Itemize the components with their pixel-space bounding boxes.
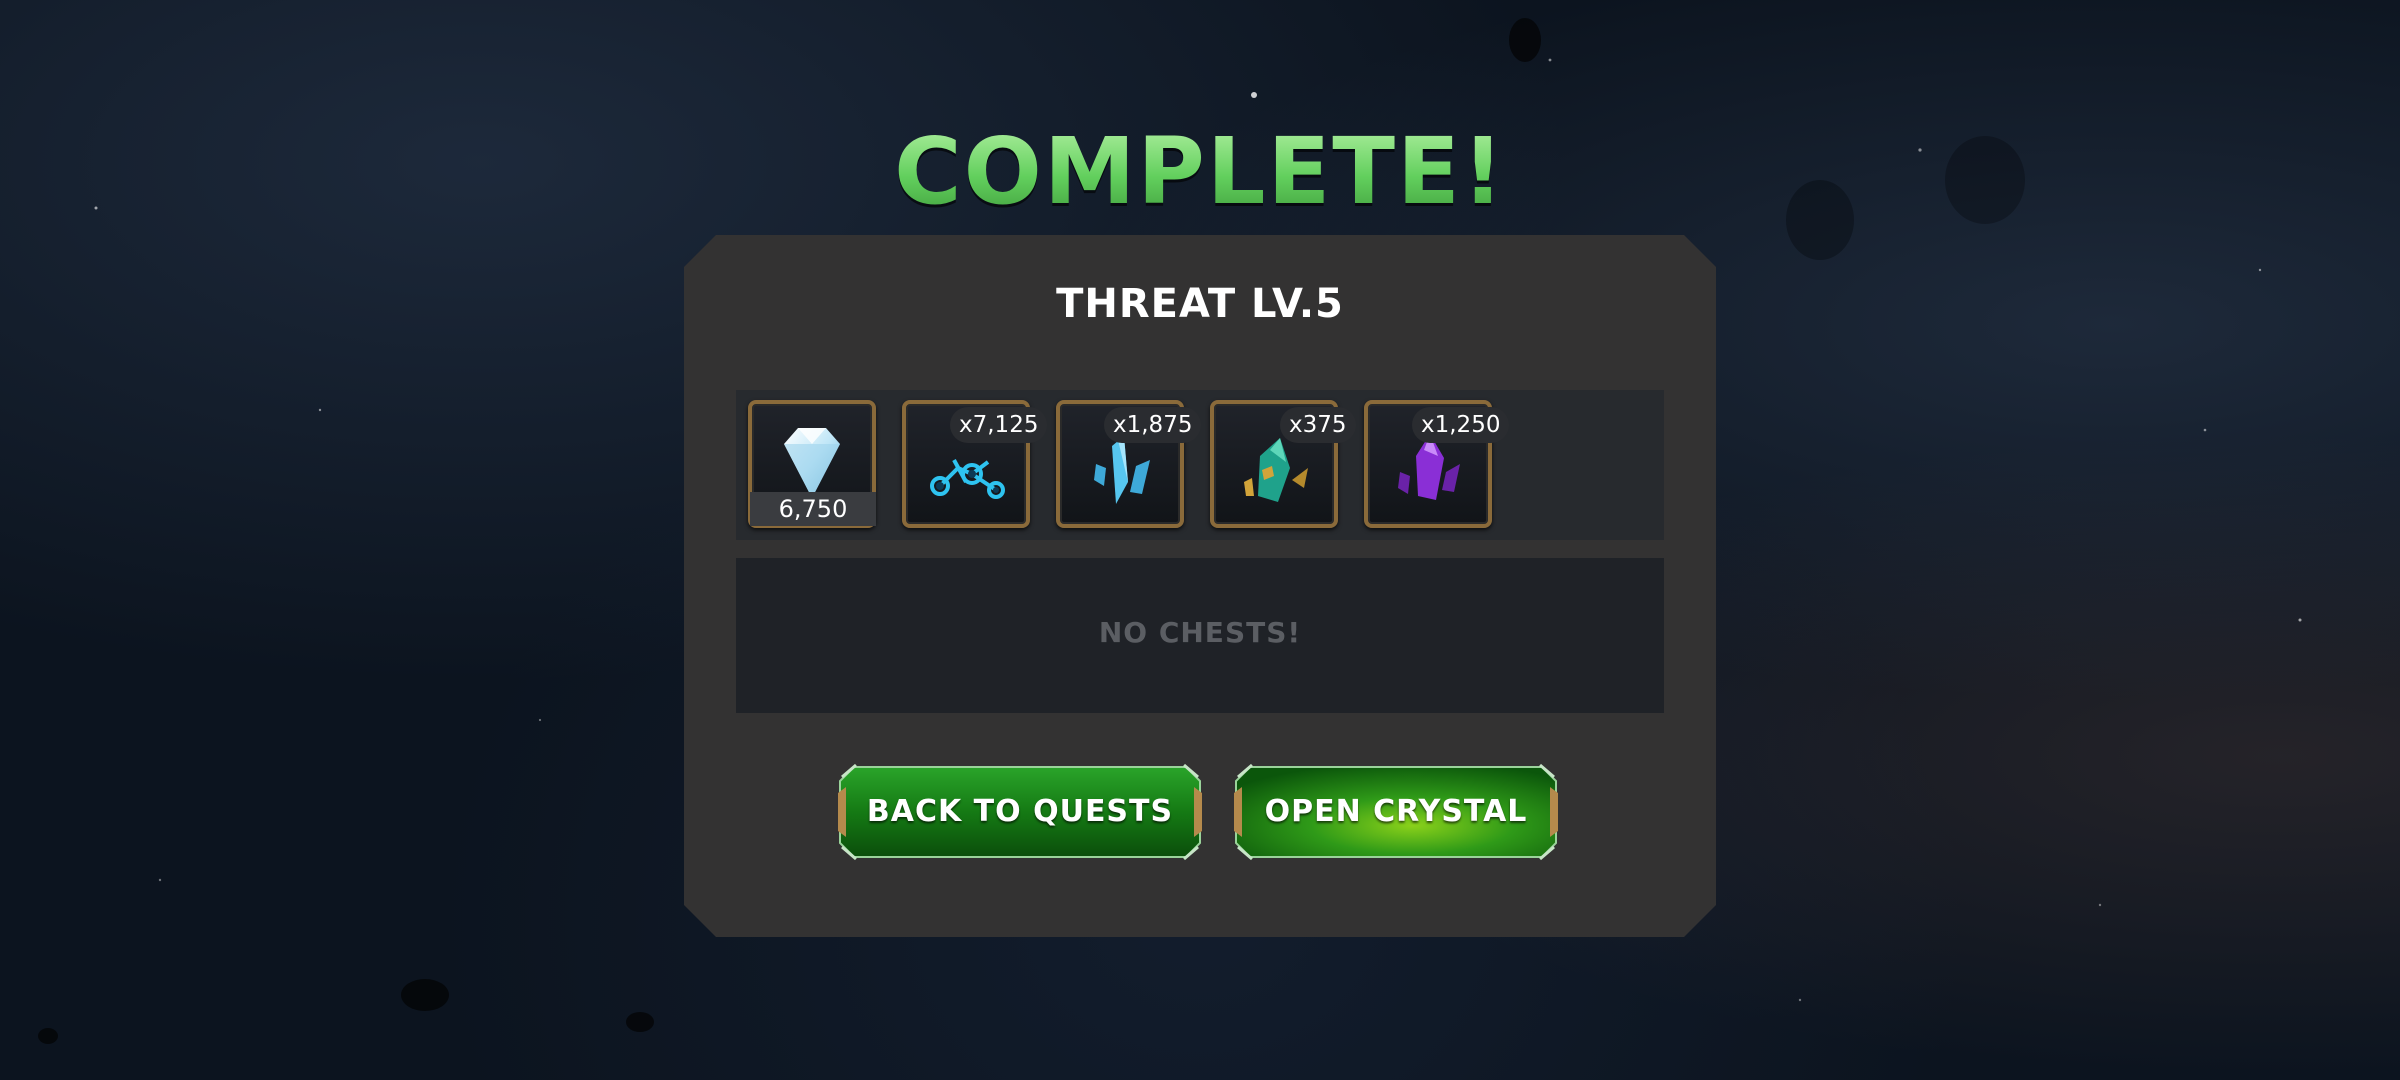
reward-quantity: x375: [1280, 407, 1356, 443]
reward-total: 6,750: [750, 492, 876, 526]
chests-area: NO CHESTS!: [736, 558, 1664, 713]
reward-slot[interactable]: x1,250: [1364, 400, 1510, 528]
reward-slot[interactable]: x1,875: [1056, 400, 1202, 528]
reward-slot[interactable]: x375: [1210, 400, 1356, 528]
open-crystal-label: OPEN CRYSTAL: [1264, 794, 1528, 829]
open-crystal-button[interactable]: OPEN CRYSTAL: [1232, 763, 1560, 861]
reward-slot[interactable]: x7,125: [902, 400, 1048, 528]
reward-slot[interactable]: 6,750: [748, 400, 876, 528]
reward-quantity: x1,250: [1412, 407, 1510, 443]
back-to-quests-button[interactable]: BACK TO QUESTS: [836, 763, 1204, 861]
reward-quantity: x1,875: [1104, 407, 1202, 443]
complete-title: COMPLETE!: [0, 118, 2400, 225]
rewards-row: 6,750 x7,125 x1,875 x375 x1,250: [736, 390, 1664, 540]
no-chests-label: NO CHESTS!: [1098, 616, 1302, 649]
back-to-quests-label: BACK TO QUESTS: [866, 794, 1174, 829]
reward-quantity: x7,125: [950, 407, 1048, 443]
threat-level-heading: THREAT LV.5: [1056, 281, 1344, 327]
results-panel: THREAT LV.5 6,750 x7,125 x1,875 x375 x1,…: [684, 235, 1716, 937]
